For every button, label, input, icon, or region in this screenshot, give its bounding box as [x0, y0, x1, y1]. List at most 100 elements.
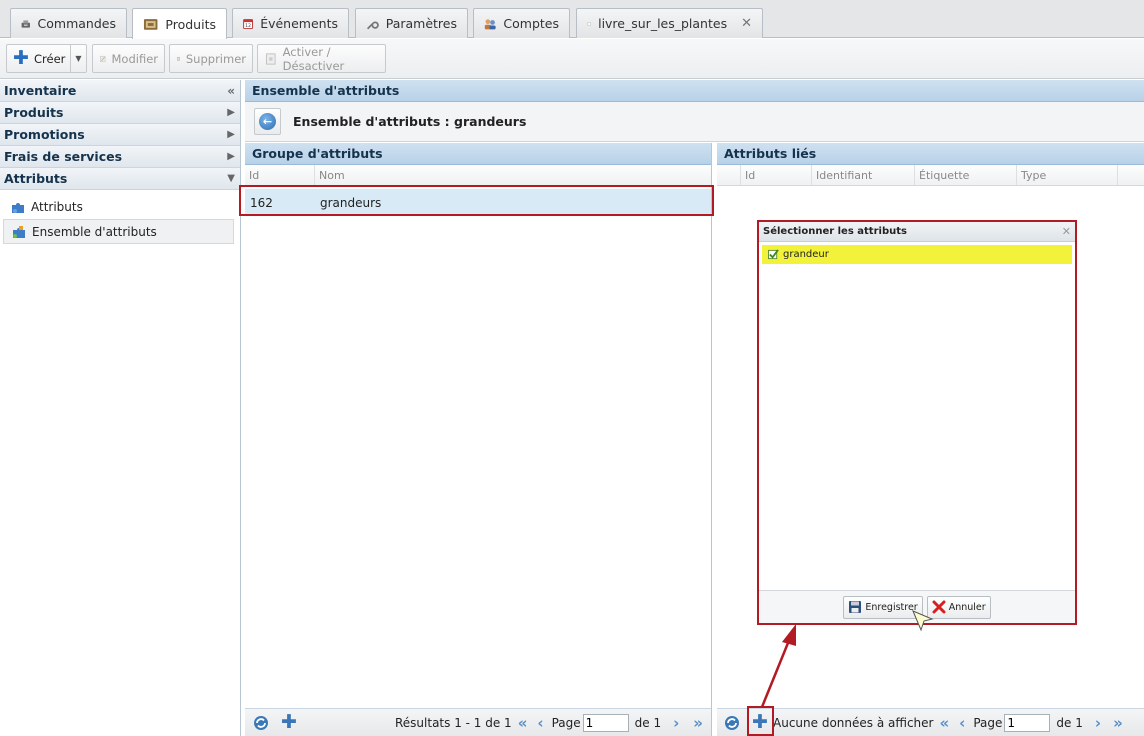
nav-section-label: Promotions: [4, 127, 85, 142]
last-page-icon[interactable]: »: [693, 714, 703, 732]
puzzle-set-icon: [13, 225, 25, 238]
nav-section-label: Produits: [4, 105, 64, 120]
nav-item-label: Attributs: [31, 199, 83, 214]
main-panel-title: Ensemble d'attributs: [245, 80, 1144, 102]
column-header-identifiant[interactable]: Identifiant: [812, 165, 915, 185]
nav-section-frais-de-services[interactable]: Frais de services ▶: [0, 146, 240, 168]
empty-message: Aucune données à afficher: [773, 715, 934, 730]
page-label: Page: [973, 715, 1003, 730]
nav-section-produits[interactable]: Produits ▶: [0, 102, 240, 124]
first-page-icon[interactable]: «: [939, 714, 949, 732]
tab-produits[interactable]: Produits: [132, 8, 227, 39]
puzzle-icon: [12, 202, 24, 213]
tab-evenements[interactable]: 12 Événements: [232, 8, 349, 38]
collapse-icon[interactable]: «: [227, 84, 235, 98]
detail-toolbar: ← Ensemble d'attributs : grandeurs: [245, 102, 1144, 142]
annotation-add-outline: [747, 706, 774, 736]
tab-label: Événements: [260, 16, 338, 31]
nav-section-promotions[interactable]: Promotions ▶: [0, 124, 240, 146]
svg-text:12: 12: [245, 23, 251, 29]
attribute-group-grid: Groupe d'attributs Id Nom 162 grandeurs …: [239, 143, 714, 736]
prev-page-icon[interactable]: ‹: [537, 714, 543, 732]
tab-livre-sur-les-plantes[interactable]: livre_sur_les_plantes ✕: [576, 8, 763, 38]
toggle-icon: [266, 52, 276, 65]
modify-button[interactable]: Modifier: [92, 44, 165, 73]
cell-nom: grandeurs: [320, 195, 382, 210]
page-of-label: de 1: [634, 715, 662, 730]
page-label: Page: [551, 715, 581, 730]
nav-item-label: Ensemble d'attributs: [32, 224, 157, 239]
modify-label: Modifier: [111, 51, 159, 66]
create-button[interactable]: ✚ Créer ▼: [6, 44, 87, 73]
dialog-header: Sélectionner les attributs ✕: [759, 222, 1075, 242]
grid-column-headers: Id Nom: [245, 165, 711, 186]
back-button[interactable]: ←: [254, 108, 281, 135]
plus-icon: ✚: [13, 46, 29, 69]
tab-comptes[interactable]: Comptes: [473, 8, 570, 38]
detail-title: Ensemble d'attributs : grandeurs: [293, 114, 527, 129]
list-item[interactable]: grandeur: [762, 245, 1072, 264]
toggle-active-button[interactable]: Activer / Désactiver: [257, 44, 386, 73]
cell-id: 162: [250, 195, 273, 210]
tab-bar: Commandes Produits 12 Événements Paramèt…: [0, 0, 1144, 39]
expanded-arrow-icon: ▼: [227, 173, 235, 184]
refresh-icon[interactable]: [252, 714, 270, 732]
next-page-icon[interactable]: ›: [1095, 714, 1101, 732]
next-page-icon[interactable]: ›: [673, 714, 679, 732]
select-attributes-dialog: Sélectionner les attributs ✕ grandeur En…: [757, 220, 1077, 625]
nav-section-attributs[interactable]: Attributs ▼: [0, 168, 240, 190]
last-page-icon[interactable]: »: [1113, 714, 1123, 732]
first-page-icon[interactable]: «: [518, 714, 528, 732]
close-icon[interactable]: ✕: [1062, 225, 1071, 238]
tab-label: livre_sur_les_plantes: [598, 16, 728, 31]
tab-parametres[interactable]: Paramètres: [355, 8, 468, 38]
checked-icon[interactable]: [768, 249, 779, 260]
expand-arrow-icon: ▶: [227, 129, 235, 140]
column-header-type[interactable]: Type: [1017, 165, 1118, 185]
close-tab-icon[interactable]: ✕: [741, 16, 752, 31]
left-nav: Inventaire « Produits ▶ Promotions ▶ Fra…: [0, 80, 241, 736]
nav-section-label: Inventaire: [4, 83, 77, 98]
tab-label: Produits: [165, 16, 216, 32]
create-dropdown-button[interactable]: ▼: [70, 45, 86, 72]
nav-item-attributs[interactable]: Attributs: [0, 194, 240, 219]
save-button[interactable]: Enregistrer: [843, 595, 923, 619]
tab-label: Comptes: [503, 16, 559, 31]
delete-button[interactable]: Supprimer: [169, 44, 253, 73]
page-of-label: de 1: [1056, 715, 1083, 730]
delete-label: Supprimer: [185, 51, 246, 66]
grid-title: Attributs liés: [717, 143, 1144, 165]
save-label: Enregistrer: [865, 601, 918, 613]
grid-title: Groupe d'attributs: [245, 143, 711, 165]
table-row[interactable]: 162 grandeurs: [245, 189, 711, 216]
refresh-icon[interactable]: [723, 714, 741, 732]
calendar-icon: 12: [243, 18, 254, 29]
nav-section-label: Attributs: [4, 171, 68, 186]
cancel-button[interactable]: Annuler: [926, 595, 991, 619]
tab-commandes[interactable]: Commandes: [10, 8, 127, 38]
wrench-icon: [366, 21, 379, 29]
column-header-nom[interactable]: Nom: [315, 165, 711, 185]
item-label: grandeur: [783, 249, 829, 260]
right-pager: ✚ Aucune données à afficher « ‹ Page de …: [717, 708, 1144, 736]
add-icon[interactable]: ✚: [280, 713, 298, 732]
expand-arrow-icon: ▶: [227, 107, 235, 118]
grid-column-headers: Id Identifiant Étiquette Type: [717, 165, 1144, 186]
page-input[interactable]: [582, 713, 629, 732]
column-header-id[interactable]: Id: [245, 165, 315, 185]
page-input[interactable]: [1004, 713, 1051, 732]
book-icon: [587, 21, 591, 26]
prev-page-icon[interactable]: ‹: [959, 714, 965, 732]
mouse-cursor-icon: [912, 610, 934, 632]
nav-section-label: Frais de services: [4, 149, 123, 164]
dialog-title: Sélectionner les attributs: [763, 226, 907, 237]
expand-arrow-icon: ▶: [227, 151, 235, 162]
floppy-disk-icon: [849, 601, 862, 613]
results-count: Résultats 1 - 1 de 1: [395, 715, 512, 730]
column-header-etiquette[interactable]: Étiquette: [915, 165, 1017, 185]
back-arrow-icon: ←: [259, 113, 276, 130]
nav-item-ensemble-d-attributs[interactable]: Ensemble d'attributs: [3, 219, 234, 244]
tab-label: Paramètres: [385, 16, 457, 31]
column-header-id[interactable]: Id: [741, 165, 812, 185]
nav-section-inventaire[interactable]: Inventaire «: [0, 80, 240, 102]
